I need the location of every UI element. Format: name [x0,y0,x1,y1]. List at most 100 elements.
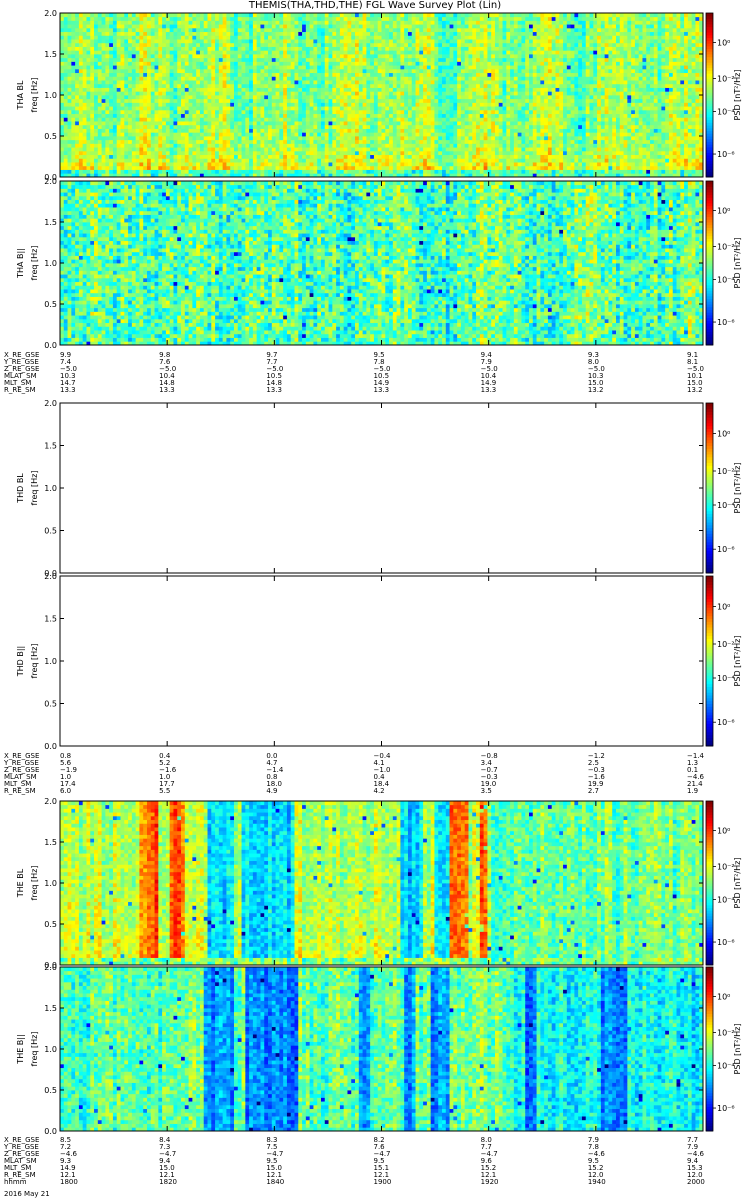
psd-cell [336,24,341,29]
psd-cell [476,95,481,100]
psd-cell [86,121,91,126]
psd-cell [302,158,307,163]
psd-cell [207,31,212,36]
psd-cell [320,83,326,88]
psd-cell [358,57,363,62]
psd-cell [150,154,155,159]
psd-cell [343,76,348,81]
psd-cell [215,139,220,144]
psd-cell [377,154,382,159]
psd-cell [139,102,144,107]
psd-cell [347,121,352,126]
psd-cell [430,35,435,40]
psd-cell [358,124,363,129]
psd-cell [381,35,386,40]
psd-cell [82,124,87,129]
psd-cell [90,87,95,92]
psd-cell [82,80,87,85]
psd-cell [324,50,329,55]
psd-cell [90,80,95,85]
psd-cell [464,39,469,44]
psd-cell [438,158,443,163]
psd-cell [120,102,125,107]
psd-cell [169,102,174,107]
psd-cell [143,165,148,170]
psd-cell [347,27,352,33]
psd-cell [355,80,360,85]
psd-cell [154,95,159,100]
psd-cell [468,87,473,92]
psd-cell [294,42,299,47]
psd-cell [249,20,254,25]
psd-cell [199,113,205,118]
psd-cell [385,87,390,92]
psd-cell [483,46,488,51]
psd-cell [381,39,386,44]
psd-cell [181,162,186,167]
psd-cell [290,27,295,33]
psd-cell [472,31,477,36]
psd-cell [162,154,167,159]
psd-cell [63,139,68,144]
psd-cell [241,158,246,163]
psd-cell [476,76,481,81]
psd-cell [426,102,432,107]
psd-cell [392,61,398,66]
psd-cell [464,113,469,118]
psd-cell [230,121,235,126]
psd-cell [268,139,273,144]
psd-cell [143,158,148,163]
psd-cell [268,83,273,88]
psd-cell [112,124,118,129]
psd-cell [173,72,178,77]
psd-cell [336,61,341,66]
psd-cell [173,91,178,96]
psd-cell [449,139,454,144]
psd-cell [260,162,265,167]
psd-cell [181,128,186,133]
psd-cell [483,39,488,44]
psd-cell [347,162,352,167]
psd-cell [143,31,148,36]
psd-cell [457,42,462,47]
psd-cell [128,39,133,44]
psd-cell [430,87,435,92]
psd-cell [358,169,363,174]
psd-cell [150,54,155,59]
psd-cell [355,162,360,167]
psd-cell [370,20,375,25]
psd-cell [434,139,439,144]
psd-cell [370,57,375,62]
psd-cell [438,46,443,51]
psd-cell [150,20,155,25]
psd-cell [211,136,216,141]
psd-cell [381,136,386,141]
psd-cell [233,72,239,77]
psd-cell [158,106,163,111]
psd-cell [487,165,492,170]
psd-cell [131,102,137,107]
psd-cell [358,87,363,92]
psd-cell [305,24,311,29]
psd-cell [434,80,439,85]
psd-cell [381,162,386,167]
psd-cell [302,150,307,156]
psd-cell [124,147,129,152]
psd-cell [188,95,193,100]
psd-cell [355,95,360,100]
psd-cell [339,57,345,62]
psd-cell [226,16,231,21]
psd-cell [264,31,269,36]
psd-cell [423,124,428,129]
psd-cell [275,42,280,47]
psd-cell [468,109,473,115]
psd-cell [438,109,443,115]
psd-cell [313,98,318,103]
psd-cell [302,13,307,18]
psd-cell [162,124,167,129]
psd-cell [241,124,246,129]
psd-cell [146,147,152,152]
psd-cell [423,20,428,25]
psd-cell [294,76,299,81]
psd-cell [268,46,273,51]
